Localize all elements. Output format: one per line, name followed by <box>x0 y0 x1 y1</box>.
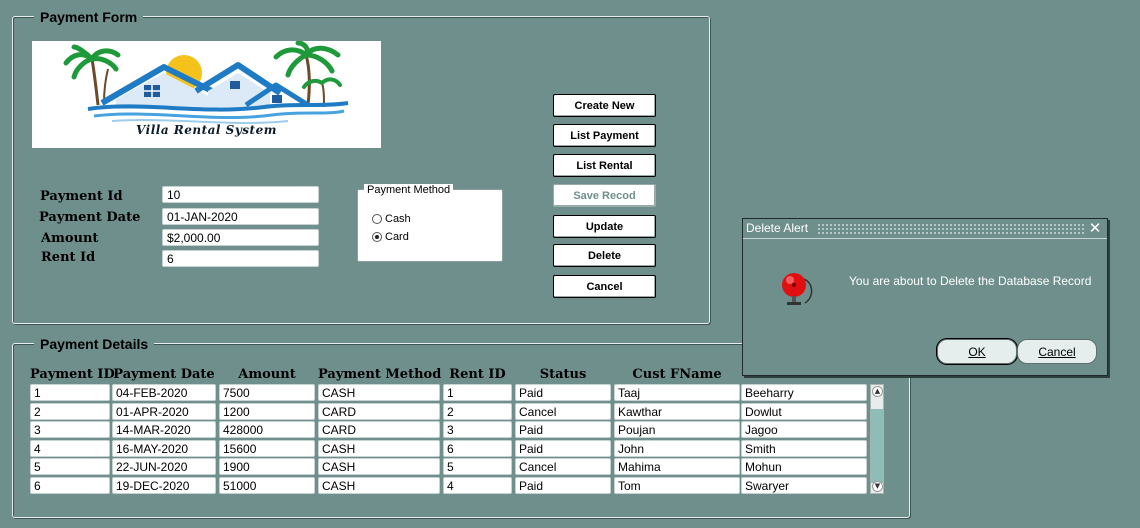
cell-rent-id[interactable]: 1 <box>443 384 512 401</box>
create-new-button[interactable]: Create New <box>553 94 656 117</box>
save-record-button[interactable]: Save Recod <box>553 184 656 207</box>
cell-payment-date[interactable]: 16-MAY-2020 <box>112 440 216 457</box>
dialog-cancel-button[interactable]: Cancel <box>1017 339 1097 364</box>
scroll-thumb[interactable] <box>871 409 883 483</box>
cell-amount[interactable]: 428000 <box>219 421 315 438</box>
cell-payment-id[interactable]: 6 <box>30 477 110 494</box>
cell-status[interactable]: Cancel <box>515 403 611 420</box>
radio-cash[interactable]: Cash <box>372 213 411 225</box>
cell-cust-lname[interactable]: Smith <box>741 440 867 457</box>
cell-payment-id[interactable]: 5 <box>30 458 110 475</box>
cell-rent-id[interactable]: 4 <box>443 477 512 494</box>
cell-cust-lname[interactable]: Mohun <box>741 458 867 475</box>
cell-status[interactable]: Paid <box>515 421 611 438</box>
list-payment-button[interactable]: List Payment <box>553 124 656 147</box>
payment-method-title: Payment Method <box>364 184 454 196</box>
scroll-up-icon[interactable]: ▲ <box>872 386 883 397</box>
cell-payment-method[interactable]: CARD <box>318 403 440 420</box>
radio-cash-icon[interactable] <box>372 214 382 224</box>
col-header-payment-date: Payment Date <box>113 367 215 382</box>
table-scrollbar[interactable]: ▲ ▼ <box>870 384 884 494</box>
cell-cust-fname[interactable]: Taaj <box>614 384 740 401</box>
dialog-cancel-label: Cancel <box>1038 344 1076 359</box>
cell-payment-id[interactable]: 3 <box>30 421 110 438</box>
cell-status[interactable]: Cancel <box>515 458 611 475</box>
cell-payment-id[interactable]: 2 <box>30 403 110 420</box>
cell-payment-method[interactable]: CASH <box>318 384 440 401</box>
dialog-titlebar[interactable]: Delete Alert ✕ <box>743 219 1107 239</box>
cell-payment-method[interactable]: CASH <box>318 477 440 494</box>
cell-payment-id[interactable]: 1 <box>30 384 110 401</box>
payment-date-field[interactable]: 01-JAN-2020 <box>162 208 319 225</box>
cell-cust-fname[interactable]: Poujan <box>614 421 740 438</box>
payment-id-label: Payment Id <box>40 189 123 204</box>
dialog-title: Delete Alert <box>746 221 809 235</box>
cell-amount[interactable]: 1200 <box>219 403 315 420</box>
cell-rent-id[interactable]: 6 <box>443 440 512 457</box>
radio-card-label: Card <box>385 231 409 243</box>
amount-label: Amount <box>41 231 99 246</box>
cell-payment-method[interactable]: CASH <box>318 458 440 475</box>
alarm-bell-icon <box>782 273 813 305</box>
cell-cust-lname[interactable]: Dowlut <box>741 403 867 420</box>
cell-payment-method[interactable]: CASH <box>318 440 440 457</box>
cell-payment-date[interactable]: 22-JUN-2020 <box>112 458 216 475</box>
list-rental-button[interactable]: List Rental <box>553 154 656 177</box>
radio-cash-label: Cash <box>385 213 411 225</box>
col-header-payment-method: Payment Method <box>318 367 442 382</box>
cell-cust-lname[interactable]: Jagoo <box>741 421 867 438</box>
cell-status[interactable]: Paid <box>515 477 611 494</box>
col-header-status: Status <box>539 367 587 382</box>
payment-id-field[interactable]: 10 <box>162 186 319 203</box>
cell-status[interactable]: Paid <box>515 440 611 457</box>
rent-id-label: Rent Id <box>41 250 96 265</box>
cell-payment-date[interactable]: 19-DEC-2020 <box>112 477 216 494</box>
rent-id-field[interactable]: 6 <box>162 250 319 267</box>
cell-cust-fname[interactable]: Mahima <box>614 458 740 475</box>
ok-button-label: OK <box>968 344 986 359</box>
payment-details-title: Payment Details <box>34 336 155 352</box>
cell-amount[interactable]: 15600 <box>219 440 315 457</box>
cell-status[interactable]: Paid <box>515 384 611 401</box>
payment-method-group: Payment Method Cash Card <box>357 184 503 262</box>
radio-card-icon[interactable] <box>372 232 382 242</box>
col-header-payment-id: Payment ID <box>30 367 115 382</box>
cell-rent-id[interactable]: 2 <box>443 403 512 420</box>
cell-payment-date[interactable]: 01-APR-2020 <box>112 403 216 420</box>
cell-amount[interactable]: 51000 <box>219 477 315 494</box>
cell-cust-lname[interactable]: Swaryer <box>741 477 867 494</box>
cell-payment-date[interactable]: 04-FEB-2020 <box>112 384 216 401</box>
cell-rent-id[interactable]: 5 <box>443 458 512 475</box>
cell-amount[interactable]: 7500 <box>219 384 315 401</box>
col-header-amount: Amount <box>238 367 296 382</box>
payment-date-label: Payment Date <box>39 210 141 225</box>
titlebar-pattern <box>817 223 1085 234</box>
radio-card[interactable]: Card <box>372 231 409 243</box>
cell-payment-date[interactable]: 14-MAR-2020 <box>112 421 216 438</box>
cell-cust-fname[interactable]: Tom <box>614 477 740 494</box>
delete-alert-dialog: Delete Alert ✕ You are about to Delete t… <box>742 218 1108 376</box>
amount-field[interactable]: $2,000.00 <box>162 229 319 246</box>
dialog-message: You are about to Delete the Database Rec… <box>849 274 1092 288</box>
ok-button[interactable]: OK <box>937 339 1017 364</box>
cell-amount[interactable]: 1900 <box>219 458 315 475</box>
cell-cust-fname[interactable]: Kawthar <box>614 403 740 420</box>
cell-rent-id[interactable]: 3 <box>443 421 512 438</box>
cell-cust-fname[interactable]: John <box>614 440 740 457</box>
cell-cust-lname[interactable]: Beeharry <box>741 384 867 401</box>
scroll-down-icon[interactable]: ▼ <box>872 481 883 492</box>
cell-payment-method[interactable]: CARD <box>318 421 440 438</box>
cell-payment-id[interactable]: 4 <box>30 440 110 457</box>
update-button[interactable]: Update <box>553 215 656 238</box>
close-icon[interactable]: ✕ <box>1087 220 1103 237</box>
col-header-rent-id: Rent ID <box>449 367 506 382</box>
villa-rental-logo: Villa Rental System <box>32 41 381 148</box>
cancel-button[interactable]: Cancel <box>553 275 656 298</box>
delete-button[interactable]: Delete <box>553 244 656 267</box>
payment-form-title: Payment Form <box>34 9 144 25</box>
col-header-cust-fname: Cust FName <box>632 367 722 382</box>
logo-text: Villa Rental System <box>136 123 277 137</box>
